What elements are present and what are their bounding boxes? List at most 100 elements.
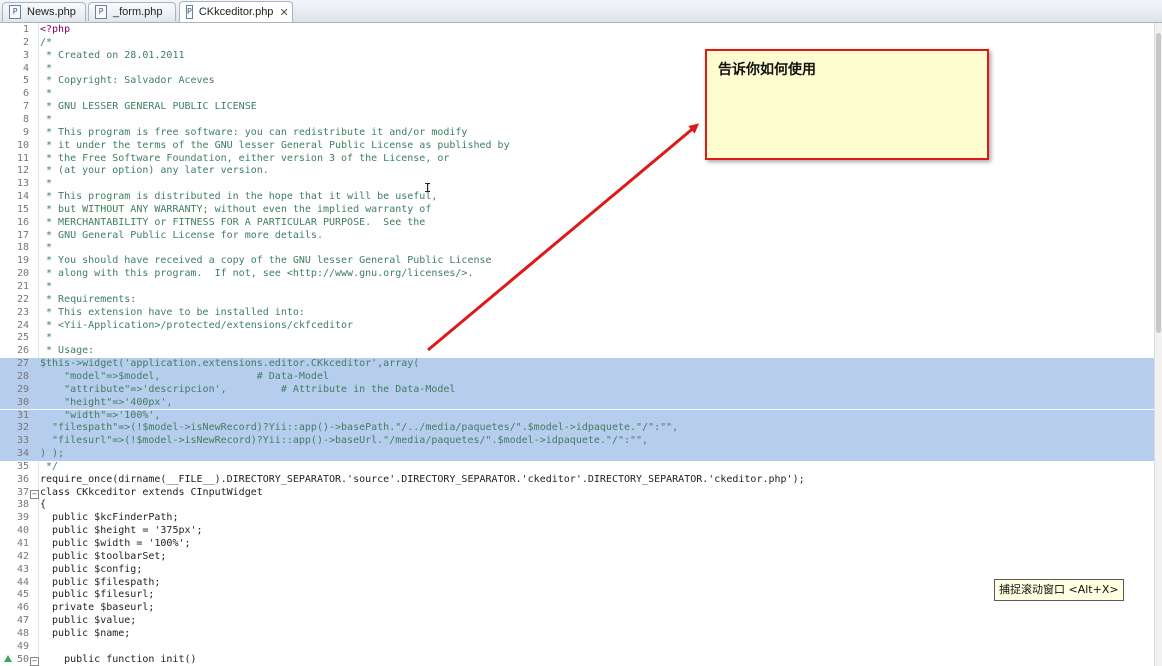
code-line[interactable]: 37− class CKkceditor extends CInputWidget [0, 487, 1155, 500]
line-number: 18 [16, 242, 29, 254]
code-line[interactable]: 25 * [0, 332, 1155, 345]
line-number: 12 [16, 165, 29, 177]
code-text: * [40, 281, 53, 292]
code-line[interactable]: 41 public $width = '100%'; [0, 538, 1155, 551]
close-icon[interactable]: ✕ [279, 6, 288, 19]
code-line[interactable]: 23 * This extension have to be installed… [0, 307, 1155, 320]
line-number: 49 [16, 640, 29, 652]
code-line[interactable]: 36 require_once(dirname(__FILE__).DIRECTO… [0, 474, 1155, 487]
code-line[interactable]: 38 { [0, 499, 1155, 512]
code-line[interactable]: 19 * You should have received a copy of … [0, 255, 1155, 268]
code-line[interactable]: 22 * Requirements: [0, 294, 1155, 307]
code-line[interactable]: 2 /* [0, 37, 1155, 50]
code-line[interactable]: 48 public $name; [0, 628, 1155, 641]
code-text: public $filespath; [40, 576, 161, 588]
fold-toggle-icon[interactable]: − [30, 656, 39, 666]
line-number: 8 [22, 113, 29, 125]
code-text: * This program is distributed in the hop… [40, 191, 438, 203]
line-number: 42 [16, 550, 29, 562]
line-number: 41 [16, 538, 29, 549]
code-line[interactable]: 15 * but WITHOUT ANY WARRANTY; without e… [0, 204, 1155, 217]
code-text: /* [40, 36, 53, 48]
code-text: * Usage: [40, 345, 95, 357]
line-number: 44 [16, 576, 29, 588]
php-file-icon: P [9, 5, 21, 19]
code-line[interactable]: 18 * [0, 242, 1155, 255]
code-line[interactable]: 21 * [0, 281, 1155, 294]
line-number: 14 [16, 191, 29, 203]
code-text: "height"=>'400px', [40, 396, 173, 408]
line-number: 35 [16, 460, 29, 472]
code-line[interactable]: 20 * along with this program. If not, se… [0, 268, 1155, 281]
code-line[interactable]: 46 private $baseurl; [0, 602, 1155, 615]
code-text: * You should have received a copy of the… [40, 255, 492, 267]
line-number: 6 [22, 88, 29, 100]
line-number: 31 [16, 409, 29, 421]
code-line[interactable]: 47 public $value; [0, 615, 1155, 628]
line-number: 5 [22, 75, 29, 87]
code-line[interactable]: 29 "attribute"=>'descripcion', # Attribu… [0, 383, 1155, 397]
code-line[interactable]: 35 */ [0, 461, 1155, 474]
code-line[interactable]: 17 * GNU General Public License for more… [0, 230, 1155, 243]
line-number: 16 [16, 216, 29, 228]
code-line[interactable]: 42 public $toolbarSet; [0, 551, 1155, 564]
code-line[interactable]: 27 $this->widget('application.extensions.… [0, 358, 1155, 371]
code-line[interactable]: 34 ) ); [0, 448, 1155, 461]
code-line[interactable]: 16 * MERCHANTABILITY or FITNESS FOR A PA… [0, 217, 1155, 230]
code-text: * GNU General Public License for more de… [40, 229, 323, 241]
tooltip-text: 捕捉滚动窗口 <Alt+X> [999, 583, 1119, 596]
code-line[interactable]: 24 * <Yii-Application>/protected/extensi… [0, 320, 1155, 333]
code-text: * Requirements: [40, 293, 137, 305]
vertical-scrollbar[interactable] [1154, 23, 1162, 666]
code-line[interactable]: 40 public $height = '375px'; [0, 525, 1155, 538]
code-line[interactable]: 1 <?php [0, 24, 1155, 37]
code-line[interactable]: 50− public function init() [0, 654, 1155, 666]
code-text: * [40, 62, 53, 74]
code-text: * [40, 88, 53, 100]
line-number: 43 [16, 563, 29, 575]
line-number: 26 [16, 345, 29, 357]
line-number: 7 [22, 101, 29, 113]
code-line[interactable]: 44 public $filespath; [0, 577, 1155, 590]
editor-tab-bar: P News.php P _form.php P CKkceditor.php … [0, 0, 1162, 23]
line-number: 36 [16, 473, 29, 485]
code-text: public $width = '100%'; [40, 538, 191, 549]
code-line[interactable]: 43 public $config; [0, 564, 1155, 577]
code-line[interactable]: 32 "filespath"=>(!$model->isNewRecord)?Y… [0, 422, 1155, 436]
code-line[interactable]: 39 public $kcFinderPath; [0, 512, 1155, 525]
tab-news-php[interactable]: P News.php [2, 2, 86, 21]
code-line[interactable]: 45 public $filesurl; [0, 589, 1155, 602]
code-line[interactable]: 31 "width"=>'100%', [0, 409, 1155, 423]
code-line[interactable]: 13 * [0, 178, 1155, 191]
code-line[interactable]: 49 [0, 641, 1155, 654]
scrollbar-thumb[interactable] [1156, 33, 1161, 333]
code-text: public $kcFinderPath; [40, 512, 179, 524]
line-number: 11 [16, 152, 29, 164]
line-number: 25 [16, 332, 29, 344]
code-text: * This program is free software: you can… [40, 126, 468, 138]
code-line[interactable]: 26 * Usage: [0, 345, 1155, 358]
code-line[interactable]: 28 "model"=>$model, # Data-Model [0, 370, 1155, 384]
code-text: * the Free Software Foundation, either v… [40, 152, 450, 164]
tab-ckkceditor-php[interactable]: P CKkceditor.php ✕ [179, 1, 293, 22]
code-line[interactable]: 33 "filesurl"=>(!$model->isNewRecord)?Yi… [0, 435, 1155, 449]
line-number: 3 [22, 49, 29, 61]
line-number: 27 [16, 358, 29, 370]
code-line[interactable]: 30 "height"=>'400px', [0, 396, 1155, 410]
annotation-text: 告诉你如何使用 [718, 62, 816, 78]
tab-label: _form.php [113, 6, 163, 18]
code-line[interactable]: 14 * This program is distributed in the … [0, 191, 1155, 204]
code-text: * (at your option) any later version. [40, 165, 269, 177]
line-number: 4 [22, 62, 29, 74]
line-number: 37 [16, 486, 29, 498]
code-text: public $config; [40, 563, 143, 575]
line-number: 34 [16, 448, 29, 460]
line-number: 1 [22, 24, 29, 35]
line-number: 33 [16, 435, 29, 447]
code-text: ) ); [40, 448, 65, 460]
tab-form-php[interactable]: P _form.php [88, 2, 176, 21]
line-number: 20 [16, 268, 29, 280]
code-text: * [40, 332, 53, 344]
code-line[interactable]: 12 * (at your option) any later version. [0, 165, 1155, 178]
fold-toggle-icon[interactable]: − [30, 489, 39, 499]
